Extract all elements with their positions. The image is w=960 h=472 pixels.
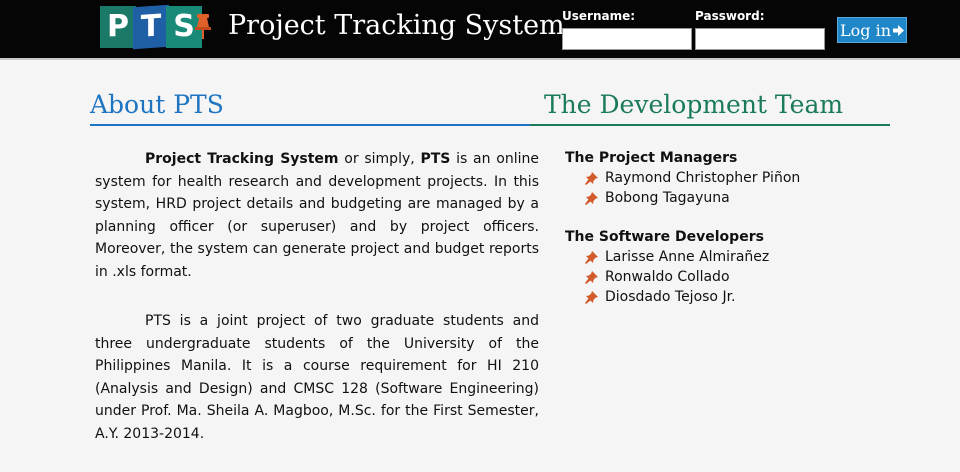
pushpin-icon (585, 270, 598, 284)
pts-logo: P T S (100, 4, 218, 50)
list-item: Ronwaldo Collado (565, 267, 895, 287)
logo-letter-t: T (133, 4, 169, 50)
list-item: Diosdado Tejoso Jr. (565, 287, 895, 307)
password-label: Password: (695, 9, 765, 23)
about-divider (90, 124, 530, 126)
team-content: The Project Managers Raymond Christopher… (565, 148, 895, 326)
app-title: Project Tracking System (228, 10, 565, 41)
username-label: Username: (562, 9, 636, 23)
pushpin-icon (585, 290, 598, 304)
login-button[interactable]: Log in (837, 17, 907, 43)
pushpin-logo-icon (195, 14, 211, 39)
pushpin-icon (585, 191, 598, 205)
login-button-label: Log in (839, 20, 891, 40)
group-title: The Software Developers (565, 229, 764, 245)
pushpin-icon (585, 250, 598, 264)
arrow-right-icon (893, 24, 904, 36)
about-paragraph-1: Project Tracking System or simply, PTS i… (95, 151, 539, 280)
about-content: Project Tracking System or simply, PTS i… (95, 148, 539, 472)
username-input[interactable] (562, 28, 692, 50)
about-paragraph-2: PTS is a joint project of two graduate s… (95, 313, 539, 442)
team-heading: The Development Team (544, 90, 844, 119)
password-input[interactable] (695, 28, 825, 50)
system-acronym: PTS (420, 151, 451, 167)
about-heading: About PTS (90, 90, 224, 119)
list-item: Bobong Tagayuna (565, 188, 895, 208)
pushpin-icon (585, 171, 598, 185)
top-navigation-bar: P T S Project Tracking System Username: … (0, 0, 960, 60)
group-title: The Project Managers (565, 150, 738, 166)
logo-letter-p: P (100, 6, 136, 48)
list-item: Raymond Christopher Piñon (565, 168, 895, 188)
system-name: Project Tracking System (145, 151, 339, 167)
team-divider (530, 124, 890, 126)
team-group-managers: The Project Managers Raymond Christopher… (565, 148, 895, 208)
team-group-developers: The Software Developers Larisse Anne Alm… (565, 227, 895, 307)
list-item: Larisse Anne Almirañez (565, 247, 895, 267)
